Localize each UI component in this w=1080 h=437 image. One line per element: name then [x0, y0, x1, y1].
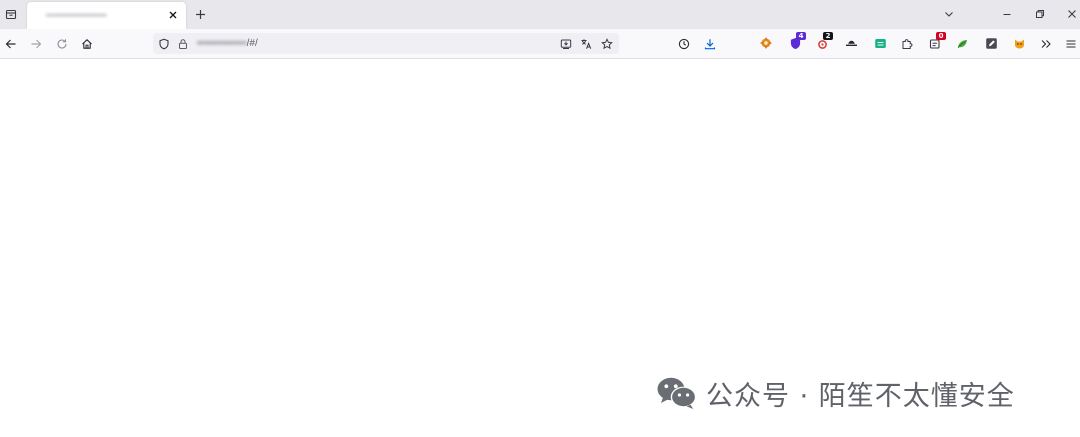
ext-green-leaf-icon[interactable]: [955, 36, 969, 50]
home-icon[interactable]: [79, 36, 95, 52]
url-path: /#/: [246, 38, 258, 49]
ext-orange-gear-icon[interactable]: [759, 36, 773, 50]
ext-red-bug-icon[interactable]: 2: [815, 32, 833, 50]
tab-close-icon[interactable]: [166, 8, 180, 22]
active-tab[interactable]: ▪▪▪▪▪▪▪▪▪▪▪▪▪▪▪▪▪▪▪: [27, 2, 186, 29]
restore-icon[interactable]: [1032, 6, 1048, 22]
firefox-view-icon[interactable]: [2, 5, 20, 23]
ext-purple-shield-icon[interactable]: 4: [788, 32, 806, 50]
close-window-icon[interactable]: [1064, 6, 1080, 22]
url-bar[interactable]: ▪▪▪▪▪▪▪▪▪▪▪▪▪▪/#/: [153, 33, 619, 54]
ext-puzzle-icon[interactable]: [900, 36, 914, 50]
download-icon[interactable]: [702, 36, 718, 52]
ext-cookie-icon[interactable]: 0: [928, 32, 946, 50]
tab-strip: ▪▪▪▪▪▪▪▪▪▪▪▪▪▪▪▪▪▪▪: [0, 0, 1080, 29]
screenshot-icon[interactable]: [559, 37, 573, 51]
ext-orange-fox-icon[interactable]: [1012, 36, 1026, 50]
tracking-protection-shield-icon[interactable]: [157, 37, 171, 51]
minimize-icon[interactable]: [999, 6, 1015, 22]
site-lock-icon[interactable]: [176, 37, 190, 51]
ext-hat-icon[interactable]: [844, 36, 858, 50]
overflow-menu-chevrons-icon[interactable]: [1038, 36, 1054, 52]
history-clock-icon[interactable]: [676, 36, 692, 52]
wechat-logo-icon: [656, 376, 698, 410]
translate-icon[interactable]: [579, 37, 593, 51]
url-host: ▪▪▪▪▪▪▪▪▪▪▪▪▪▪: [197, 38, 247, 49]
forward-arrow-icon[interactable]: [28, 36, 44, 52]
ext-edit-box-icon[interactable]: [984, 36, 998, 50]
ext-badge: 0: [936, 32, 946, 40]
url-text: ▪▪▪▪▪▪▪▪▪▪▪▪▪▪/#/: [197, 38, 258, 49]
reload-icon[interactable]: [54, 36, 70, 52]
ext-green-box-icon[interactable]: [873, 36, 887, 50]
ext-badge: 2: [823, 32, 833, 40]
watermark: 公众号 · 陌笙不太懂安全: [656, 373, 1015, 413]
tab-title: ▪▪▪▪▪▪▪▪▪▪▪▪▪▪▪▪▪▪▪: [46, 11, 107, 20]
ext-badge: 4: [796, 32, 806, 40]
bookmark-star-icon[interactable]: [600, 37, 614, 51]
new-tab-plus-icon[interactable]: [192, 6, 208, 22]
back-arrow-icon[interactable]: [3, 36, 19, 52]
watermark-text: 公众号 · 陌笙不太懂安全: [706, 380, 1015, 412]
tab-list-chevron-down-icon[interactable]: [941, 6, 957, 22]
hamburger-menu-icon[interactable]: [1063, 36, 1079, 52]
